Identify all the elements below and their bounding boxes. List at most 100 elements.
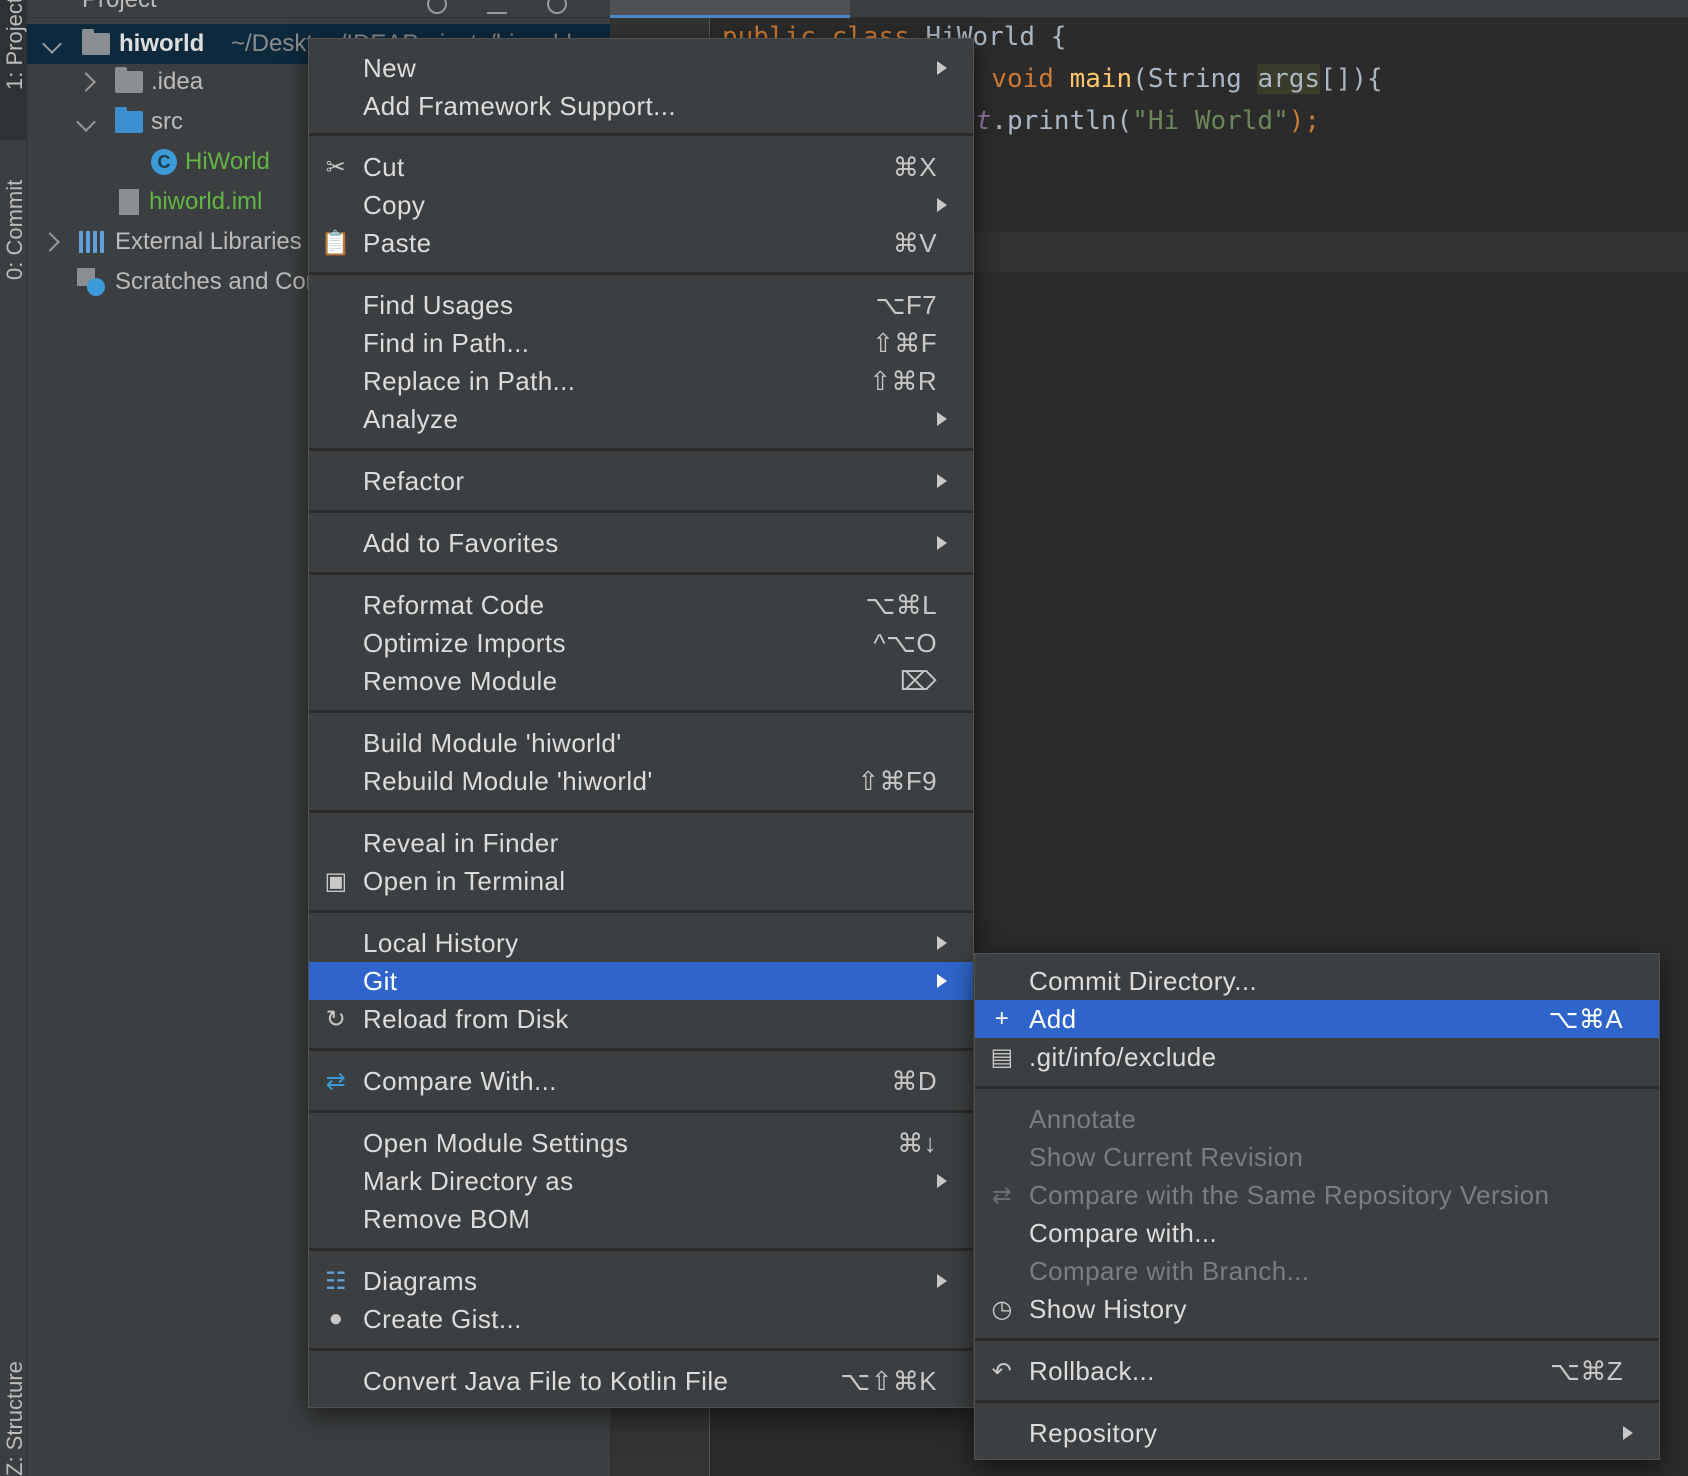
menu-item-add-framework-support[interactable]: Add Framework Support... — [309, 87, 973, 125]
menu-separator — [309, 1110, 973, 1113]
menu-item-create-gist[interactable]: ● Create Gist... — [309, 1300, 973, 1338]
diagram-icon: ☷ — [325, 1267, 347, 1295]
submenu-arrow-icon — [937, 1174, 947, 1188]
submenu-arrow-icon — [937, 1274, 947, 1288]
menu-item-build-module[interactable]: Build Module 'hiworld' — [309, 724, 973, 762]
menu-item-rebuild-module[interactable]: Rebuild Module 'hiworld' ⇧⌘F9 — [309, 762, 973, 800]
menu-separator — [309, 572, 973, 575]
editor-tab-hiworld[interactable] — [610, 0, 850, 18]
git-item-repository[interactable]: Repository — [975, 1414, 1659, 1452]
menu-item-compare-with[interactable]: ⇄ Compare With... ⌘D — [309, 1062, 973, 1100]
compare-icon: ⇄ — [991, 1181, 1013, 1209]
library-icon — [79, 231, 105, 253]
collapse-icon[interactable] — [487, 0, 507, 14]
menu-item-find-in-path[interactable]: Find in Path... ⇧⌘F — [309, 324, 973, 362]
submenu-arrow-icon — [937, 936, 947, 950]
git-submenu: Commit Directory... + Add ⌥⌘A ▤ .git/info/e… — [974, 953, 1660, 1460]
menu-separator — [309, 910, 973, 913]
menu-item-replace-in-path[interactable]: Replace in Path... ⇧⌘R — [309, 362, 973, 400]
menu-item-convert-to-kotlin[interactable]: Convert Java File to Kotlin File ⌥⇧⌘K — [309, 1362, 973, 1400]
terminal-icon: ▣ — [324, 867, 348, 895]
menu-item-reformat-code[interactable]: Reformat Code ⌥⌘L — [309, 586, 973, 624]
menu-separator — [975, 1338, 1659, 1341]
source-folder-icon — [115, 107, 143, 133]
menu-item-open-module-settings[interactable]: Open Module Settings ⌘↓ — [309, 1124, 973, 1162]
submenu-arrow-icon — [937, 61, 947, 75]
plus-icon: + — [994, 1005, 1010, 1032]
menu-separator — [309, 1348, 973, 1351]
git-item-compare-same-repo-version: ⇄ Compare with the Same Repository Versio… — [975, 1176, 1659, 1214]
compare-icon: ⇄ — [325, 1067, 347, 1095]
git-item-rollback[interactable]: ↶ Rollback... ⌥⌘Z — [975, 1352, 1659, 1390]
menu-item-reveal-in-finder[interactable]: Reveal in Finder — [309, 824, 973, 862]
context-menu: New Add Framework Support... ✂ Cut ⌘X Copy… — [308, 38, 974, 1408]
menu-item-reload-from-disk[interactable]: ↻ Reload from Disk — [309, 1000, 973, 1038]
clipboard-icon: 📋 — [320, 229, 352, 257]
menu-separator — [309, 133, 973, 136]
submenu-arrow-icon — [937, 536, 947, 550]
menu-separator — [309, 448, 973, 451]
reload-icon: ↻ — [325, 1005, 347, 1033]
folder-icon — [115, 67, 143, 93]
project-panel-header: Project — [27, 0, 610, 18]
clock-icon: ◷ — [991, 1295, 1013, 1323]
menu-separator — [309, 710, 973, 713]
git-item-compare-with[interactable]: Compare with... — [975, 1214, 1659, 1252]
editor-tab-bar — [610, 0, 1688, 18]
module-folder-icon — [82, 29, 110, 55]
locate-icon[interactable] — [427, 0, 447, 14]
submenu-arrow-icon — [937, 474, 947, 488]
tree-item-label: src — [151, 108, 183, 135]
rollback-icon: ↶ — [991, 1357, 1013, 1385]
scratches-icon — [77, 268, 105, 296]
gear-icon[interactable] — [547, 0, 567, 14]
submenu-arrow-icon — [937, 198, 947, 212]
git-item-commit-directory[interactable]: Commit Directory... — [975, 962, 1659, 1000]
submenu-arrow-icon — [937, 412, 947, 426]
git-item-annotate: Annotate — [1029, 1103, 1137, 1134]
tree-item-label: HiWorld — [185, 148, 270, 175]
chevron-down-icon[interactable] — [42, 34, 62, 54]
github-icon: ● — [328, 1305, 344, 1332]
menu-separator — [309, 1248, 973, 1251]
code-line-3: ut.println("Hi World"); — [960, 106, 1321, 136]
code-line-2: c void main(String args[]){ — [960, 64, 1383, 94]
tree-item-label: hiworld.iml — [149, 188, 263, 215]
git-item-show-current-revision: Show Current Revision — [1029, 1141, 1304, 1172]
menu-item-cut[interactable]: ✂ Cut ⌘X — [309, 148, 973, 186]
menu-item-refactor[interactable]: Refactor — [309, 462, 973, 500]
left-tool-strip: 1: Project 0: Commit Z: Structure — [0, 0, 27, 1476]
chevron-right-icon[interactable] — [76, 72, 96, 92]
project-panel-title: Project — [82, 0, 157, 14]
tree-item-label: External Libraries — [115, 228, 302, 255]
ignore-file-icon: ▤ — [990, 1043, 1014, 1071]
menu-item-optimize-imports[interactable]: Optimize Imports ^⌥O — [309, 624, 973, 662]
menu-item-remove-module[interactable]: Remove Module ⌦ — [309, 662, 973, 700]
menu-separator — [309, 1048, 973, 1051]
menu-item-new[interactable]: New — [309, 49, 973, 87]
menu-item-copy[interactable]: Copy — [309, 186, 973, 224]
git-item-exclude[interactable]: ▤ .git/info/exclude — [975, 1038, 1659, 1076]
menu-item-diagrams[interactable]: ☷ Diagrams — [309, 1262, 973, 1300]
menu-item-find-usages[interactable]: Find Usages ⌥F7 — [309, 286, 973, 324]
menu-separator — [975, 1086, 1659, 1089]
submenu-arrow-icon — [1623, 1426, 1633, 1440]
menu-item-mark-directory-as[interactable]: Mark Directory as — [309, 1162, 973, 1200]
menu-item-open-in-terminal[interactable]: ▣ Open in Terminal — [309, 862, 973, 900]
module-file-icon — [119, 189, 139, 215]
menu-item-git[interactable]: Git — [309, 962, 973, 1000]
menu-item-add-to-favorites[interactable]: Add to Favorites — [309, 524, 973, 562]
chevron-right-icon[interactable] — [40, 232, 60, 252]
git-item-add[interactable]: + Add ⌥⌘A — [975, 1000, 1659, 1038]
menu-separator — [309, 272, 973, 275]
chevron-down-icon[interactable] — [76, 112, 96, 132]
git-item-show-history[interactable]: ◷ Show History — [975, 1290, 1659, 1328]
menu-item-analyze[interactable]: Analyze — [309, 400, 973, 438]
java-class-icon: C — [151, 149, 177, 175]
menu-item-remove-bom[interactable]: Remove BOM — [309, 1200, 973, 1238]
tree-item-label: hiworld — [119, 30, 205, 57]
menu-separator — [975, 1400, 1659, 1403]
submenu-arrow-icon — [937, 974, 947, 988]
menu-item-local-history[interactable]: Local History — [309, 924, 973, 962]
menu-item-paste[interactable]: 📋 Paste ⌘V — [309, 224, 973, 262]
